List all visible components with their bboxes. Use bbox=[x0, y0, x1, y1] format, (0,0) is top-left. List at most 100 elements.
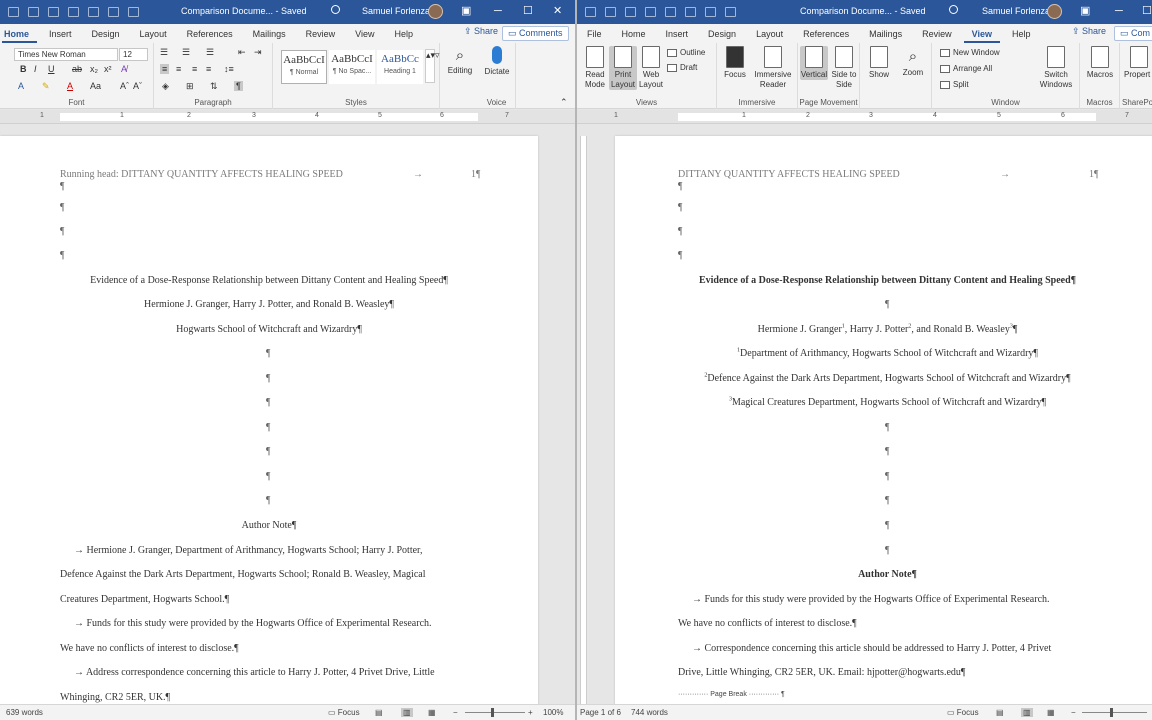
close-icon[interactable]: ✕ bbox=[553, 4, 562, 18]
shading-icon[interactable]: ◈ bbox=[162, 81, 169, 92]
customize-icon[interactable] bbox=[128, 7, 139, 17]
grow-font-icon[interactable]: Aˆ bbox=[120, 81, 129, 91]
search-icon[interactable] bbox=[949, 5, 958, 14]
zoom-level[interactable]: 100% bbox=[543, 708, 563, 717]
tab-design[interactable]: Design bbox=[82, 29, 130, 43]
style-no-spacing[interactable]: AaBbCcI ¶ No Spac... bbox=[329, 50, 375, 84]
tab-view[interactable]: View bbox=[345, 29, 384, 43]
word-count[interactable]: 639 words bbox=[6, 708, 43, 717]
increase-indent-icon[interactable]: ⇥ bbox=[254, 47, 262, 58]
vertical-ruler[interactable] bbox=[580, 136, 587, 704]
tab-home[interactable]: Home bbox=[0, 29, 39, 43]
bullets-icon[interactable]: ☰ bbox=[160, 47, 168, 58]
minimize-icon[interactable]: ─ bbox=[1115, 4, 1123, 18]
show-paragraph-marks-icon[interactable]: ¶ bbox=[234, 81, 243, 91]
clear-formatting-icon[interactable]: A̸ bbox=[121, 64, 127, 74]
vertical-button[interactable]: Vertical bbox=[800, 46, 828, 80]
web-layout-button[interactable]: Web Layout bbox=[637, 46, 665, 90]
italic-icon[interactable]: I bbox=[34, 64, 37, 74]
tab-home[interactable]: Home bbox=[612, 29, 656, 43]
focus-button[interactable]: Focus bbox=[720, 46, 750, 80]
font-color-icon[interactable]: A bbox=[67, 81, 73, 91]
focus-mode-button[interactable]: ▭ Focus bbox=[947, 708, 979, 717]
align-left-icon[interactable]: ≡ bbox=[160, 64, 170, 74]
decrease-indent-icon[interactable]: ⇤ bbox=[238, 47, 246, 58]
user-name[interactable]: Samuel Forlenza bbox=[362, 6, 430, 16]
maximize-icon[interactable]: ☐ bbox=[1142, 4, 1152, 18]
font-name-box[interactable]: Times New Roman bbox=[14, 48, 118, 61]
save-icon[interactable] bbox=[645, 7, 656, 17]
tab-file[interactable]: File bbox=[577, 29, 612, 43]
font-size-box[interactable]: 12 bbox=[119, 48, 148, 61]
subscript-icon[interactable]: x₂ bbox=[90, 64, 98, 74]
text-effects-icon[interactable]: A bbox=[18, 81, 24, 91]
document-canvas[interactable]: Running head: DITTANY QUANTITY AFFECTS H… bbox=[0, 124, 575, 704]
styles-scroll-icon[interactable]: ▴▾▿ bbox=[425, 49, 440, 83]
minimize-icon[interactable]: ─ bbox=[494, 4, 502, 18]
redo-icon[interactable] bbox=[705, 7, 716, 17]
tab-references[interactable]: References bbox=[793, 29, 859, 43]
style-heading-1[interactable]: AaBbCc Heading 1 bbox=[377, 50, 423, 84]
ribbon-display-icon[interactable]: ▣ bbox=[461, 4, 471, 18]
maximize-icon[interactable]: ☐ bbox=[523, 4, 533, 18]
comments-button[interactable]: ▭ Comments bbox=[502, 26, 569, 41]
ribbon-display-icon[interactable]: ▣ bbox=[1080, 4, 1090, 18]
borders-icon[interactable]: ⊞ bbox=[186, 81, 194, 92]
tab-review[interactable]: Review bbox=[912, 29, 962, 43]
properties-button[interactable]: Propert bbox=[1124, 46, 1152, 80]
tab-help[interactable]: Help bbox=[1002, 29, 1041, 43]
strikethrough-icon[interactable]: ab bbox=[72, 64, 82, 74]
style-normal[interactable]: AaBbCcI ¶ Normal bbox=[281, 50, 327, 84]
collapse-ribbon-icon[interactable]: ⌃ bbox=[560, 97, 568, 108]
tab-design[interactable]: Design bbox=[698, 29, 746, 43]
highlight-icon[interactable]: ✎ bbox=[42, 81, 50, 92]
immersive-reader-button[interactable]: Immersive Reader bbox=[751, 46, 795, 90]
shrink-font-icon[interactable]: Aˇ bbox=[133, 81, 142, 91]
search-icon[interactable] bbox=[331, 5, 340, 14]
avatar[interactable] bbox=[428, 4, 443, 19]
horizontal-ruler[interactable]: 1 1 2 3 4 5 6 7 bbox=[0, 110, 575, 124]
undo-icon[interactable] bbox=[88, 7, 99, 17]
draft-button[interactable]: Draft bbox=[667, 63, 697, 72]
superscript-icon[interactable]: x² bbox=[104, 64, 112, 74]
document-page[interactable]: DITTANY QUANTITY AFFECTS HEALING SPEED →… bbox=[615, 136, 1152, 704]
redo-icon[interactable] bbox=[108, 7, 119, 17]
user-name[interactable]: Samuel Forlenza bbox=[982, 6, 1050, 16]
tab-insert[interactable]: Insert bbox=[39, 29, 82, 43]
tab-help[interactable]: Help bbox=[385, 29, 424, 43]
save-icon[interactable] bbox=[28, 7, 39, 17]
change-case-icon[interactable]: Aa bbox=[90, 81, 101, 91]
tab-layout[interactable]: Layout bbox=[746, 29, 793, 43]
read-mode-icon[interactable]: ▤ bbox=[375, 708, 383, 717]
open-icon[interactable] bbox=[625, 7, 636, 17]
read-mode-button[interactable]: Read Mode bbox=[581, 46, 609, 90]
switch-windows-button[interactable]: Switch Windows bbox=[1036, 46, 1076, 90]
sort-icon[interactable]: ⇅ bbox=[210, 81, 218, 92]
align-right-icon[interactable]: ≡ bbox=[192, 64, 197, 74]
web-layout-icon[interactable]: ▦ bbox=[428, 708, 436, 717]
read-mode-icon[interactable]: ▤ bbox=[996, 708, 1004, 717]
print-icon[interactable] bbox=[68, 7, 79, 17]
tab-mailings[interactable]: Mailings bbox=[859, 29, 912, 43]
bold-icon[interactable]: B bbox=[20, 64, 27, 74]
multilevel-list-icon[interactable]: ☰ bbox=[206, 47, 214, 58]
comments-button[interactable]: ▭ Com bbox=[1114, 26, 1152, 41]
share-button[interactable]: ⇪ Share bbox=[464, 26, 498, 37]
zoom-out-icon[interactable]: − bbox=[1071, 708, 1076, 717]
tab-view[interactable]: View bbox=[962, 29, 1002, 43]
align-center-icon[interactable]: ≡ bbox=[176, 64, 181, 74]
dictate-button[interactable]: Dictate bbox=[480, 46, 514, 77]
print-layout-icon[interactable]: ▥ bbox=[401, 708, 413, 717]
split-button[interactable]: Split bbox=[940, 80, 969, 89]
zoom-in-icon[interactable]: + bbox=[528, 708, 533, 717]
tab-mailings[interactable]: Mailings bbox=[243, 29, 296, 43]
zoom-out-icon[interactable]: − bbox=[453, 708, 458, 717]
tab-layout[interactable]: Layout bbox=[130, 29, 177, 43]
customize-icon[interactable] bbox=[725, 7, 736, 17]
underline-icon[interactable]: U bbox=[48, 64, 55, 74]
tab-insert[interactable]: Insert bbox=[656, 29, 699, 43]
justify-icon[interactable]: ≡ bbox=[206, 64, 211, 74]
document-canvas[interactable]: DITTANY QUANTITY AFFECTS HEALING SPEED →… bbox=[577, 124, 1152, 704]
new-window-button[interactable]: New Window bbox=[940, 48, 1000, 57]
line-spacing-icon[interactable]: ↕≡ bbox=[224, 64, 234, 74]
